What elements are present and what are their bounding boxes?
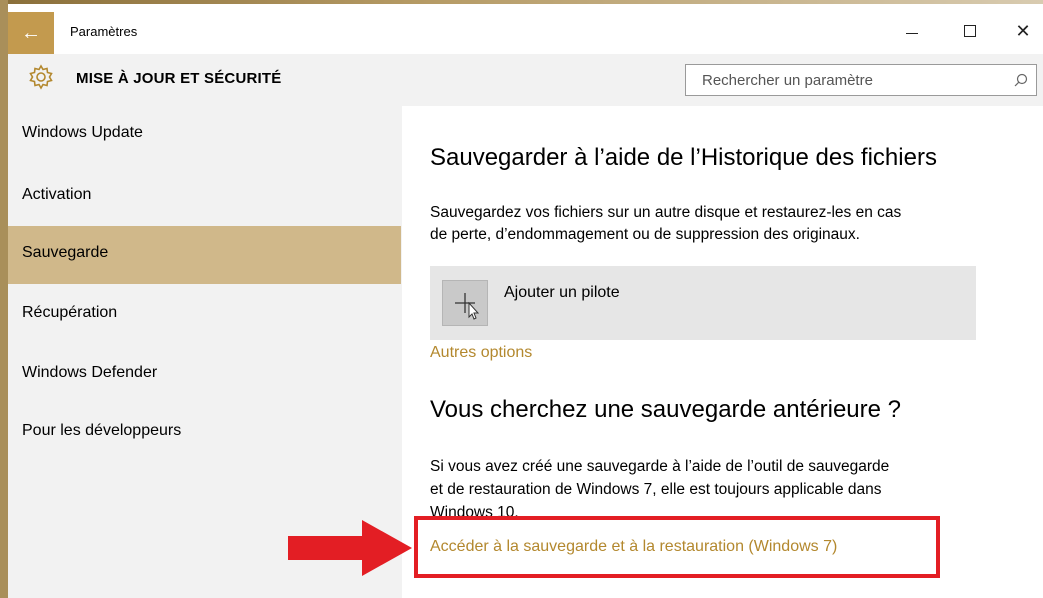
- section-title-older-backup: Vous cherchez une sauvegarde antérieure …: [430, 396, 901, 423]
- more-options-link[interactable]: Autres options: [430, 344, 532, 362]
- settings-window: ← Paramètres ✕ MISE À JOUR ET SÉCURITÉ R…: [0, 0, 1043, 598]
- sidebar-item-recuperation[interactable]: Récupération: [8, 286, 401, 344]
- search-placeholder: Rechercher un paramètre: [702, 72, 873, 89]
- highlight-box: [414, 516, 940, 578]
- sidebar-item-windows-defender[interactable]: Windows Defender: [8, 346, 401, 404]
- sidebar-item-label: Récupération: [22, 304, 118, 321]
- title-bar: [8, 4, 1043, 54]
- sidebar-item-windows-update[interactable]: Windows Update: [8, 106, 401, 164]
- section-description-line: de perte, d’endommagement ou de suppress…: [430, 226, 860, 243]
- back-button[interactable]: ←: [8, 12, 54, 54]
- maximize-button[interactable]: [947, 14, 993, 48]
- cursor-icon: [455, 293, 480, 320]
- sidebar-item-label: Windows Defender: [22, 364, 158, 381]
- section-description-line: Si vous avez créé une sauvegarde à l’aid…: [430, 458, 890, 475]
- sidebar-item-developpeurs[interactable]: Pour les développeurs: [8, 404, 401, 462]
- add-drive-button[interactable]: Ajouter un pilote: [430, 266, 976, 340]
- search-icon[interactable]: [1014, 73, 1028, 87]
- minimize-button[interactable]: [889, 14, 935, 48]
- sidebar-item-label: Windows Update: [22, 124, 143, 141]
- maximize-icon: [964, 25, 976, 37]
- page-title: MISE À JOUR ET SÉCURITÉ: [76, 70, 282, 87]
- sidebar-item-activation[interactable]: Activation: [8, 168, 401, 226]
- section-description-line: Sauvegardez vos fichiers sur un autre di…: [430, 204, 902, 221]
- minimize-icon: [906, 32, 918, 34]
- close-icon: ✕: [1015, 20, 1031, 41]
- red-arrow-icon: [288, 520, 412, 576]
- section-description-line: et de restauration de Windows 7, elle es…: [430, 481, 882, 498]
- section-title-file-history: Sauvegarder à l’aide de l’Historique des…: [430, 144, 937, 171]
- gear-icon: [29, 64, 53, 90]
- plus-icon: [442, 280, 488, 326]
- search-input[interactable]: Rechercher un paramètre: [685, 64, 1037, 96]
- page-header: MISE À JOUR ET SÉCURITÉ Rechercher un pa…: [8, 54, 1043, 106]
- sidebar-item-label: Sauvegarde: [22, 244, 109, 261]
- window-title: Paramètres: [70, 24, 138, 39]
- add-drive-label: Ajouter un pilote: [504, 284, 620, 301]
- sidebar-item-label: Activation: [22, 186, 92, 203]
- sidebar-item-label: Pour les développeurs: [22, 422, 182, 439]
- close-button[interactable]: ✕: [1000, 14, 1043, 48]
- window-left-edge: [0, 0, 8, 598]
- sidebar-item-sauvegarde[interactable]: Sauvegarde: [8, 226, 401, 284]
- arrow-left-icon: ←: [21, 21, 41, 44]
